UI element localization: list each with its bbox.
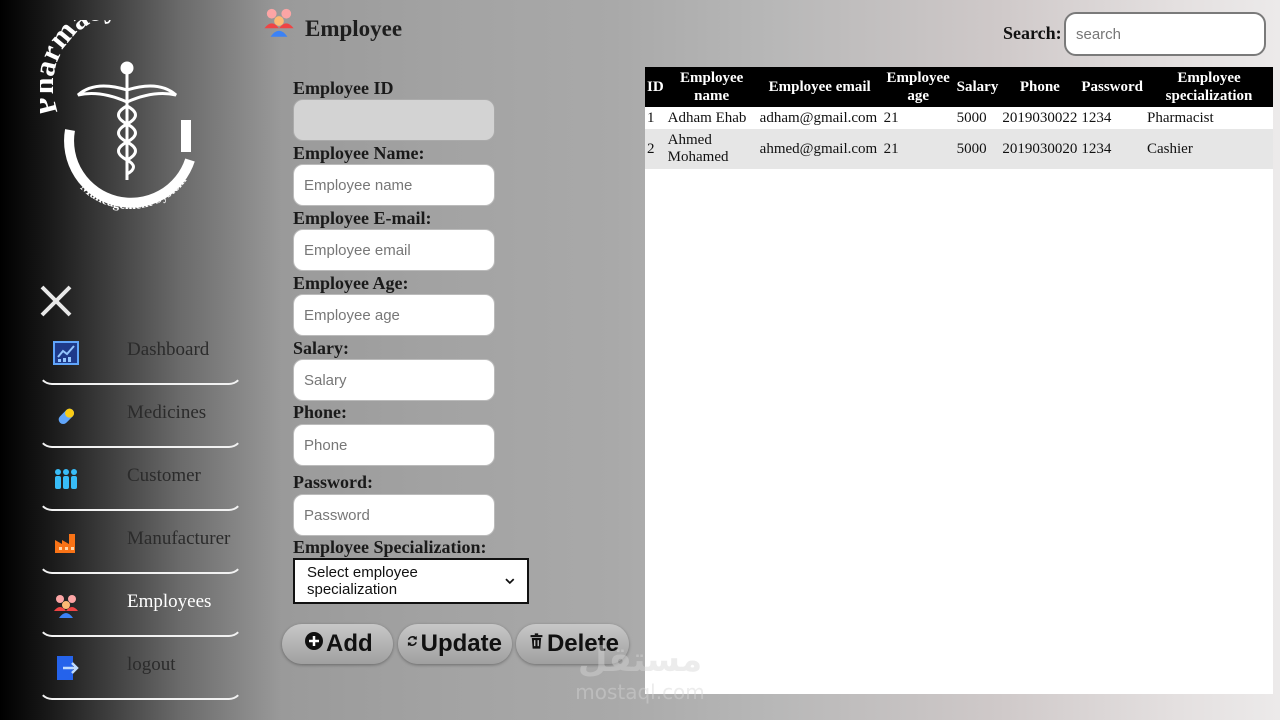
column-header: Phone xyxy=(1019,79,1060,95)
trash-icon xyxy=(530,633,543,649)
watermark-url: mostaql.com xyxy=(575,680,705,704)
employee-age-label: Employee Age: xyxy=(293,273,409,293)
table-cell: 2 xyxy=(647,140,655,157)
salary-field[interactable] xyxy=(293,359,495,401)
column-header: ID xyxy=(647,79,664,95)
phone-label: Phone: xyxy=(293,402,347,422)
close-icon[interactable] xyxy=(38,283,74,319)
employee-id-field xyxy=(293,99,495,141)
password-field[interactable] xyxy=(293,494,495,536)
employee-email-label: Employee E-mail: xyxy=(293,208,432,228)
search-input[interactable] xyxy=(1064,12,1266,56)
sidebar-item-customer[interactable]: Customer xyxy=(38,448,243,511)
dashboard-icon xyxy=(52,339,80,367)
salary-label: Salary: xyxy=(293,338,349,358)
employee-email-field[interactable] xyxy=(293,229,495,271)
sidebar-item-label: logout xyxy=(127,654,176,675)
pill-icon xyxy=(52,402,80,430)
update-button[interactable]: Update xyxy=(398,624,512,664)
sidebar-nav: Dashboard Medicines Customer Manufacture… xyxy=(38,322,243,700)
add-button-label: Add xyxy=(326,630,373,657)
table-cell: 2019030020 xyxy=(1002,140,1078,157)
sidebar-item-dashboard[interactable]: Dashboard xyxy=(38,322,243,385)
table-cell: 5000 xyxy=(956,109,987,126)
column-header: Employee email xyxy=(768,79,871,95)
table-row[interactable]: 1 Adham Ehab adham@gmail.com 21 5000 201… xyxy=(645,107,1273,129)
table-cell: 1234 xyxy=(1081,109,1112,126)
sidebar-item-medicines[interactable]: Medicines xyxy=(38,385,243,448)
sidebar-item-label: Customer xyxy=(127,465,201,486)
sidebar-item-label: Medicines xyxy=(127,402,207,423)
watermark-arabic: مستقل xyxy=(577,640,703,680)
column-header: Employee specialization xyxy=(1165,70,1253,104)
table-cell: adham@gmail.com xyxy=(759,109,878,126)
specialization-selected-value: Select employee specialization xyxy=(307,564,418,598)
caduceus-icon xyxy=(77,61,177,180)
employees-icon xyxy=(52,591,80,619)
customers-icon xyxy=(52,465,80,493)
column-header: Salary xyxy=(956,79,999,95)
employee-name-field[interactable] xyxy=(293,164,495,206)
watermark: مستقل mostaql.com xyxy=(560,640,720,710)
table-cell: ahmed@gmail.com xyxy=(759,140,878,157)
employees-icon xyxy=(262,4,296,38)
table-cell: 21 xyxy=(883,140,899,157)
sidebar-item-employees[interactable]: Employees xyxy=(38,574,243,637)
password-label: Password: xyxy=(293,472,373,492)
sidebar-item-label: Employees xyxy=(127,591,212,612)
employee-table: ID Employee name Employee email Employee… xyxy=(645,67,1273,169)
table-cell: Pharmacist xyxy=(1147,109,1214,126)
table-cell: 5000 xyxy=(956,140,987,157)
chevron-down-icon xyxy=(505,577,515,584)
sidebar-item-label: Dashboard xyxy=(127,339,210,360)
column-header: Password xyxy=(1081,79,1144,95)
table-cell: Ahmed Mohamed xyxy=(667,132,729,165)
table-cell: Cashier xyxy=(1147,140,1193,157)
update-button-label: Update xyxy=(420,630,502,657)
pharmacy-logo: Pharmacy Maneagement System xyxy=(27,0,215,220)
employee-id-label: Employee ID xyxy=(293,78,394,98)
refresh-icon xyxy=(407,635,417,647)
page-title: Employee xyxy=(305,16,403,41)
column-header: Employee age xyxy=(886,70,950,104)
sidebar-item-manufacturer[interactable]: Manufacturer xyxy=(38,511,243,574)
table-cell: 2019030022 xyxy=(1002,109,1078,126)
table-cell: 1 xyxy=(647,109,655,126)
logout-icon xyxy=(52,654,80,682)
specialization-select[interactable]: Select employee specialization xyxy=(293,558,529,604)
table-header-row: ID Employee name Employee email Employee… xyxy=(645,67,1273,107)
add-button[interactable]: Add xyxy=(282,624,393,664)
table-cell: Adham Ehab xyxy=(667,109,747,126)
logo-title: Pharmacy xyxy=(27,0,119,119)
employee-table-panel: ID Employee name Employee email Employee… xyxy=(645,67,1273,694)
svg-text:Pharmacy: Pharmacy xyxy=(40,20,119,119)
table-cell: 21 xyxy=(883,109,899,126)
svg-text:Maneagement System: Maneagement System xyxy=(78,172,189,212)
plus-circle-icon xyxy=(305,632,323,650)
phone-field[interactable] xyxy=(293,424,495,466)
sidebar-item-label: Manufacturer xyxy=(127,528,231,549)
factory-icon xyxy=(52,528,80,556)
column-header: Employee name xyxy=(680,70,744,104)
search-label: Search: xyxy=(1003,23,1062,43)
table-row[interactable]: 2 Ahmed Mohamed ahmed@gmail.com 21 5000 … xyxy=(645,129,1273,169)
logo-subtitle: Maneagement System xyxy=(78,172,189,212)
employee-age-field[interactable] xyxy=(293,294,495,336)
sidebar-item-logout[interactable]: logout xyxy=(38,637,243,700)
employee-name-label: Employee Name: xyxy=(293,143,425,163)
table-cell: 1234 xyxy=(1081,140,1112,157)
specialization-label: Employee Specialization: xyxy=(293,537,487,557)
